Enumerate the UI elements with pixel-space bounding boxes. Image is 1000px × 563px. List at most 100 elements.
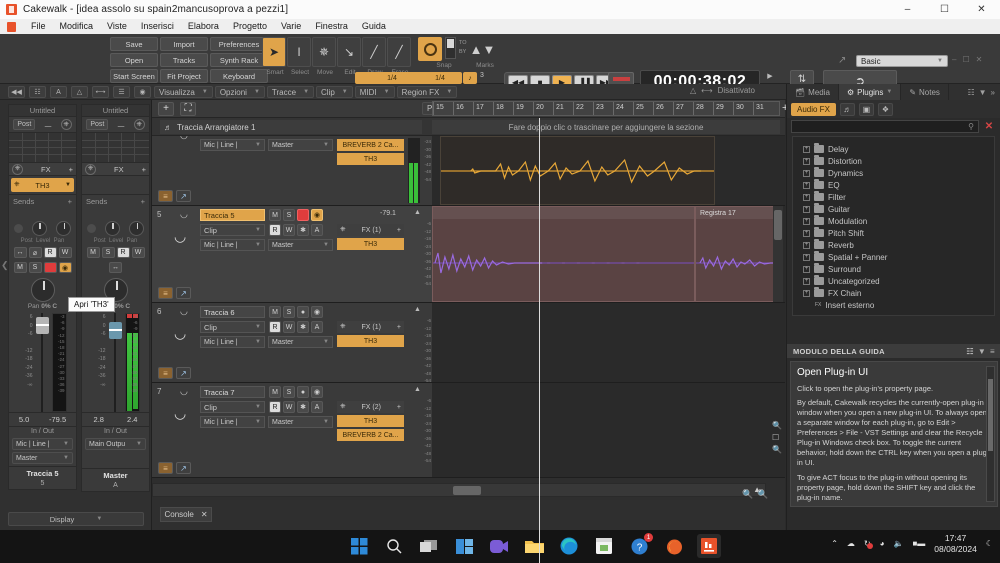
widgets-icon[interactable] [452, 534, 476, 558]
start-screen-button[interactable]: Start Screen [110, 69, 158, 83]
inner-minimize-button[interactable]: – [952, 55, 956, 64]
tree-item-filter[interactable]: + Filter [793, 191, 994, 203]
tree-item-spatial-panner[interactable]: + Spatial + Panner [793, 251, 994, 263]
expand-icon[interactable]: + [803, 229, 810, 237]
strip1-pan-knob[interactable] [30, 278, 55, 302]
envelope-icon[interactable]: ↗ [176, 367, 191, 379]
menu-region-fx[interactable]: Region FX ▼ [396, 86, 458, 98]
envelope-icon[interactable]: ↗ [176, 462, 191, 474]
layout-select[interactable]: Basic ▼ [856, 55, 948, 67]
table-row[interactable]: 6 ◡ ◡ Traccia 6 M S ● ◉ Clip ▼ R W ✱ A M… [152, 303, 785, 383]
file-explorer-icon[interactable] [522, 534, 546, 558]
strip2-sends-add-button[interactable]: + [141, 197, 145, 206]
strip1-sends-add-button[interactable]: + [68, 197, 72, 206]
tree-item-modulation[interactable]: + Modulation [793, 215, 994, 227]
tree-item-guitar[interactable]: + Guitar [793, 203, 994, 215]
erase-tool-button[interactable]: ╱ Erase [387, 37, 411, 76]
expand-icon[interactable]: + [803, 145, 810, 153]
table-row[interactable]: 5 ◡ ◡ Traccia 5 M S ◉ Clip ▼ R W ✱ A Mic… [152, 206, 785, 303]
strip2-eq-power-button[interactable]: ⎈ [133, 119, 145, 130]
track5-a-button[interactable]: A [311, 224, 323, 236]
strip1-eq-power-button[interactable]: ⎈ [60, 119, 72, 130]
edit-tool-button[interactable]: ↘ Edit [337, 37, 361, 76]
menu-opzioni[interactable]: Opzioni ▼ [214, 86, 265, 98]
tree-item-delay[interactable]: + Delay [793, 143, 994, 155]
tree-item-eq[interactable]: + EQ [793, 179, 994, 191]
menu-item-inserisci[interactable]: Inserisci [134, 19, 181, 34]
select-tool-button[interactable]: I Select [287, 37, 311, 76]
track7-arm-button[interactable]: ● [297, 386, 309, 398]
track7-input-select[interactable]: Mic | Line | ▼ [200, 416, 265, 428]
play-small-icon[interactable]: ▶ [763, 70, 777, 82]
menu-item-modifica[interactable]: Modifica [53, 19, 101, 34]
import-button[interactable]: Import [160, 37, 208, 51]
horizontal-scrollbar[interactable]: ▲ [152, 483, 766, 497]
strip2-mute-button[interactable]: M [86, 247, 100, 258]
track4-fx-item-1[interactable]: TH3 [337, 153, 404, 165]
power-icon[interactable]: ⎈ [340, 226, 346, 234]
expand-icon[interactable]: + [803, 289, 810, 297]
chevron-up-icon[interactable]: ⌃ [831, 539, 838, 548]
crossfade-icon[interactable]: ⟷ [701, 86, 712, 95]
track7-fx-add-button[interactable]: + [397, 404, 401, 411]
collapse-icon[interactable]: » [991, 88, 995, 97]
volume-icon[interactable]: 🔈 [893, 539, 903, 548]
move-tool-button[interactable]: ✵ Move [312, 37, 336, 76]
menu-item-varie[interactable]: Varie [274, 19, 308, 34]
expand-icon[interactable]: + [803, 265, 810, 273]
strip1-fx-power-button[interactable]: ⎈ [12, 163, 23, 175]
marks-button[interactable]: ▲▼ [470, 37, 496, 61]
clear-search-button[interactable]: ✕ [982, 120, 996, 133]
zoom-in-icon[interactable]: 🔍 [772, 445, 782, 454]
track4-fx-item-0[interactable]: BREVERB 2 Ca... [337, 139, 404, 151]
strip2-read-button[interactable]: R [116, 247, 130, 258]
track7-a-button[interactable]: A [311, 401, 323, 413]
automation-icon[interactable]: ≡ [158, 287, 173, 299]
close-button[interactable]: ✕ [963, 0, 1000, 19]
strip1-peak-value[interactable]: -79.5 [49, 415, 66, 424]
strip2-send-pan-knob[interactable] [129, 220, 145, 236]
track5-freeze-button[interactable]: ✱ [297, 224, 309, 236]
clip-audio-track4[interactable] [440, 136, 715, 205]
smart-tool-button[interactable]: ➤ Smart [262, 37, 286, 76]
strip2-send-post-dot[interactable] [86, 223, 96, 233]
snap-count-value[interactable]: 3 [480, 72, 484, 79]
track6-clip-select[interactable]: Clip ▼ [200, 321, 265, 333]
update-icon[interactable]: ↻ [864, 539, 873, 550]
strip1-volume-value[interactable]: 5.0 [19, 415, 29, 424]
expand-icon[interactable]: + [803, 217, 810, 225]
strip1-send-level-knob[interactable] [31, 220, 47, 236]
track-header-7[interactable]: 7 ◡ ◡ Traccia 7 M S ● ◉ Clip ▼ R W ✱ A M… [152, 383, 432, 477]
strip1-send-post-dot[interactable] [13, 223, 23, 233]
search-icon[interactable] [382, 534, 406, 558]
track7-mute-button[interactable]: M [269, 386, 281, 398]
strip1-output-select[interactable]: Master ▼ [12, 452, 73, 464]
strip1-fx-slot-th3[interactable]: ⎈ TH3 ▼ [11, 178, 74, 192]
automation-icon[interactable]: ≡ [158, 190, 173, 202]
fit-project-button[interactable]: Fit Project [160, 69, 208, 83]
strip1-track-name[interactable]: Traccia 5 [9, 466, 76, 480]
copy-icon[interactable]: ☷ [29, 86, 46, 98]
strip2-fx-add-button[interactable]: + [142, 165, 146, 174]
strip1-invert-button[interactable]: ⌀ [28, 247, 42, 258]
tree-item-insert-esterno[interactable]: FX Insert esterno [793, 299, 994, 311]
track7-clip-lane[interactable] [432, 383, 785, 477]
menu-item-viste[interactable]: Viste [100, 19, 134, 34]
strip1-input-echo-button[interactable]: ◉ [58, 262, 72, 273]
clock[interactable]: 17:47 08/08/2024 [934, 533, 977, 554]
expand-icon[interactable]: + [803, 181, 810, 189]
tab-media[interactable]: 🗃 Media [787, 84, 839, 100]
track7-expand-icon[interactable]: ▲ [414, 386, 421, 393]
help-icon[interactable]: ? 1 [627, 533, 653, 558]
strip2-phase-button[interactable]: ↔ [109, 262, 122, 273]
track6-arm-button[interactable]: ● [297, 306, 309, 318]
strip2-eq-graph[interactable] [82, 133, 149, 163]
track6-name-field[interactable]: Traccia 6 [200, 306, 265, 318]
tree-item-fx-chain[interactable]: + FX Chain [793, 287, 994, 299]
list-icon[interactable]: ☰ [113, 86, 130, 98]
start-icon[interactable] [347, 534, 371, 558]
strip1-write-button[interactable]: W [58, 247, 72, 258]
maximize-button[interactable]: ☐ [926, 0, 963, 19]
tab-console[interactable]: Console ✕ [160, 507, 212, 522]
menu-item-finestra[interactable]: Finestra [308, 19, 355, 34]
